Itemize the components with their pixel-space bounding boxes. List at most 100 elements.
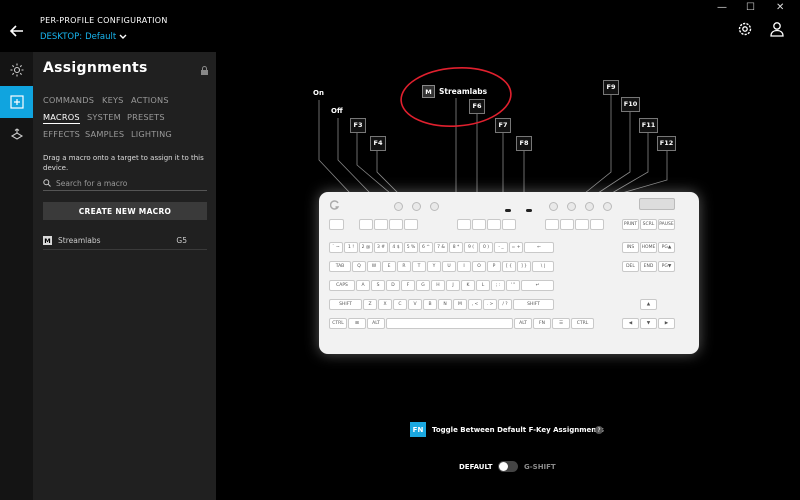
key-alpha[interactable]: N xyxy=(438,299,452,310)
key-mod[interactable]: ALT xyxy=(514,318,532,329)
lightspeed-button[interactable] xyxy=(412,202,421,211)
key-num[interactable]: 7 & xyxy=(434,242,448,253)
key-alpha[interactable]: ; : xyxy=(491,280,505,291)
key-alpha[interactable]: D xyxy=(386,280,400,291)
key-alpha[interactable]: , < xyxy=(468,299,482,310)
media-next-button[interactable] xyxy=(603,202,612,211)
brightness-button[interactable] xyxy=(430,202,439,211)
label-streamlabs-macro[interactable]: M Streamlabs xyxy=(422,85,487,98)
label-f3[interactable]: F3 xyxy=(350,118,366,133)
key-mod[interactable]: ⊞ xyxy=(348,318,366,329)
key-alpha[interactable]: H xyxy=(431,280,445,291)
key-f3[interactable] xyxy=(389,219,403,230)
key-alpha[interactable]: TAB xyxy=(329,261,351,272)
media-play-button[interactable] xyxy=(567,202,576,211)
label-f8[interactable]: F8 xyxy=(516,136,532,151)
key-f1[interactable] xyxy=(359,219,373,230)
key-alpha[interactable]: X xyxy=(378,299,392,310)
key-num[interactable]: 1 ! xyxy=(344,242,358,253)
key-mod[interactable]: ALT xyxy=(367,318,385,329)
key-alpha[interactable]: ↵ xyxy=(521,280,554,291)
key-f9[interactable] xyxy=(545,219,559,230)
key-alpha[interactable]: / ? xyxy=(498,299,512,310)
key-alpha[interactable]: C xyxy=(393,299,407,310)
label-on[interactable]: On xyxy=(313,89,324,97)
key-f11[interactable] xyxy=(575,219,589,230)
key-f4[interactable] xyxy=(404,219,418,230)
key-f7[interactable] xyxy=(487,219,501,230)
label-f11[interactable]: F11 xyxy=(639,118,658,133)
key-nav[interactable]: END xyxy=(640,261,657,272)
key-alpha[interactable]: A xyxy=(356,280,370,291)
key-alpha[interactable]: K xyxy=(461,280,475,291)
label-f6[interactable]: F6 xyxy=(469,99,485,114)
gshift-toggle[interactable] xyxy=(498,461,518,472)
key-alpha[interactable]: ' " xyxy=(506,280,520,291)
key-num[interactable]: 0 ) xyxy=(479,242,493,253)
key-arrow-right[interactable]: ▶ xyxy=(658,318,675,329)
key-num[interactable]: = + xyxy=(509,242,523,253)
key-num[interactable]: ` ~ xyxy=(329,242,343,253)
label-f4[interactable]: F4 xyxy=(370,136,386,151)
key-num[interactable]: 3 # xyxy=(374,242,388,253)
key-f5[interactable] xyxy=(457,219,471,230)
key-alpha[interactable]: Y xyxy=(427,261,441,272)
label-off[interactable]: Off xyxy=(331,107,343,115)
key-nav[interactable]: INS xyxy=(622,242,639,253)
key-alpha[interactable]: Z xyxy=(363,299,377,310)
key-alpha[interactable]: O xyxy=(472,261,486,272)
key-nav[interactable]: DEL xyxy=(622,261,639,272)
key-alpha[interactable]: [ { xyxy=(502,261,516,272)
key-mod[interactable]: CTRL xyxy=(571,318,594,329)
key-f6[interactable] xyxy=(472,219,486,230)
key-nav[interactable]: PRINT xyxy=(622,219,639,230)
media-stop-button[interactable] xyxy=(585,202,594,211)
key-nav[interactable]: PG▲ xyxy=(658,242,675,253)
key-mod[interactable]: CTRL xyxy=(329,318,347,329)
key-num[interactable]: 4 $ xyxy=(389,242,403,253)
key-nav[interactable]: PAUSE xyxy=(658,219,675,230)
key-mod[interactable]: FN xyxy=(533,318,551,329)
key-alpha[interactable]: Q xyxy=(352,261,366,272)
key-num[interactable]: 2 @ xyxy=(359,242,373,253)
key-num[interactable]: - _ xyxy=(494,242,508,253)
key-alpha[interactable]: E xyxy=(382,261,396,272)
key-alpha[interactable]: L xyxy=(476,280,490,291)
key-arrow-left[interactable]: ◀ xyxy=(622,318,639,329)
key-alpha[interactable]: S xyxy=(371,280,385,291)
key-num[interactable]: 5 % xyxy=(404,242,418,253)
key-alpha[interactable]: SHIFT xyxy=(513,299,554,310)
key-space[interactable] xyxy=(386,318,513,329)
key-num[interactable]: 8 * xyxy=(449,242,463,253)
key-num[interactable]: 9 ( xyxy=(464,242,478,253)
key-alpha[interactable]: B xyxy=(423,299,437,310)
label-f12[interactable]: F12 xyxy=(657,136,676,151)
key-f12[interactable] xyxy=(590,219,604,230)
key-alpha[interactable]: W xyxy=(367,261,381,272)
key-alpha[interactable]: CAPS xyxy=(329,280,355,291)
key-mod[interactable]: ☰ xyxy=(552,318,570,329)
key-alpha[interactable]: ] } xyxy=(517,261,531,272)
key-num[interactable]: ← xyxy=(524,242,554,253)
key-nav[interactable]: HOME xyxy=(640,242,657,253)
key-f2[interactable] xyxy=(374,219,388,230)
volume-roller[interactable] xyxy=(639,198,675,210)
label-f10[interactable]: F10 xyxy=(621,97,640,112)
key-alpha[interactable]: . > xyxy=(483,299,497,310)
key-alpha[interactable]: P xyxy=(487,261,501,272)
key-nav[interactable]: SCRL xyxy=(640,219,657,230)
key-f10[interactable] xyxy=(560,219,574,230)
game-mode-button[interactable] xyxy=(394,202,403,211)
key-alpha[interactable]: SHIFT xyxy=(329,299,362,310)
key-arrow-down[interactable]: ▼ xyxy=(640,318,657,329)
key-alpha[interactable]: I xyxy=(457,261,471,272)
key-alpha[interactable]: R xyxy=(397,261,411,272)
key-alpha[interactable]: J xyxy=(446,280,460,291)
key-alpha[interactable]: \ | xyxy=(532,261,554,272)
key-alpha[interactable]: M xyxy=(453,299,467,310)
help-icon[interactable]: ? xyxy=(595,426,603,434)
key-esc[interactable] xyxy=(329,219,344,230)
key-num[interactable]: 6 ^ xyxy=(419,242,433,253)
key-arrow-up[interactable]: ▲ xyxy=(640,299,657,310)
key-alpha[interactable]: G xyxy=(416,280,430,291)
